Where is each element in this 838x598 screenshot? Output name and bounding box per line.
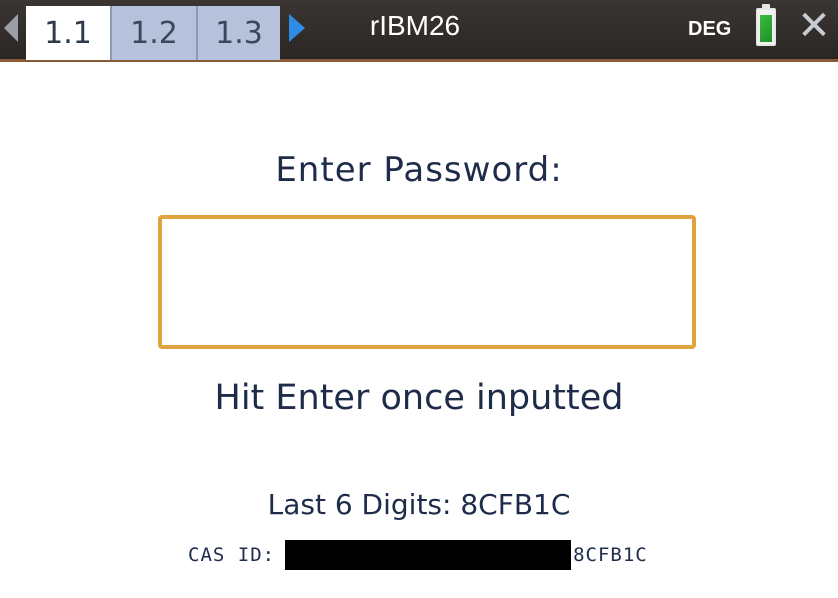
redaction-bar	[285, 540, 572, 570]
tab-1-2[interactable]: 1.2	[110, 6, 196, 60]
cas-id-suffix: 8CFB1C	[573, 544, 648, 566]
left-arrow-icon[interactable]	[4, 14, 18, 42]
tab-1-3[interactable]: 1.3	[196, 6, 280, 60]
right-arrow-icon[interactable]	[289, 14, 305, 42]
battery-icon	[756, 8, 776, 46]
battery-fill	[760, 15, 772, 42]
password-input[interactable]	[158, 215, 696, 349]
cas-id-label: CAS ID:	[188, 544, 276, 566]
password-prompt: Enter Password:	[275, 150, 563, 190]
top-bar: 1.1 1.2 1.3 rIBM26 DEG ✕	[0, 0, 838, 62]
last-digits-text: Last 6 Digits: 8CFB1C	[267, 488, 571, 521]
document-title: rIBM26	[369, 10, 461, 41]
instruction-text: Hit Enter once inputted	[214, 378, 624, 418]
tab-1-1[interactable]: 1.1	[26, 6, 110, 60]
close-icon[interactable]: ✕	[794, 6, 834, 46]
cas-id-line: CAS ID: 8CFB1C	[188, 540, 648, 570]
angle-mode-indicator: DEG	[688, 18, 732, 40]
